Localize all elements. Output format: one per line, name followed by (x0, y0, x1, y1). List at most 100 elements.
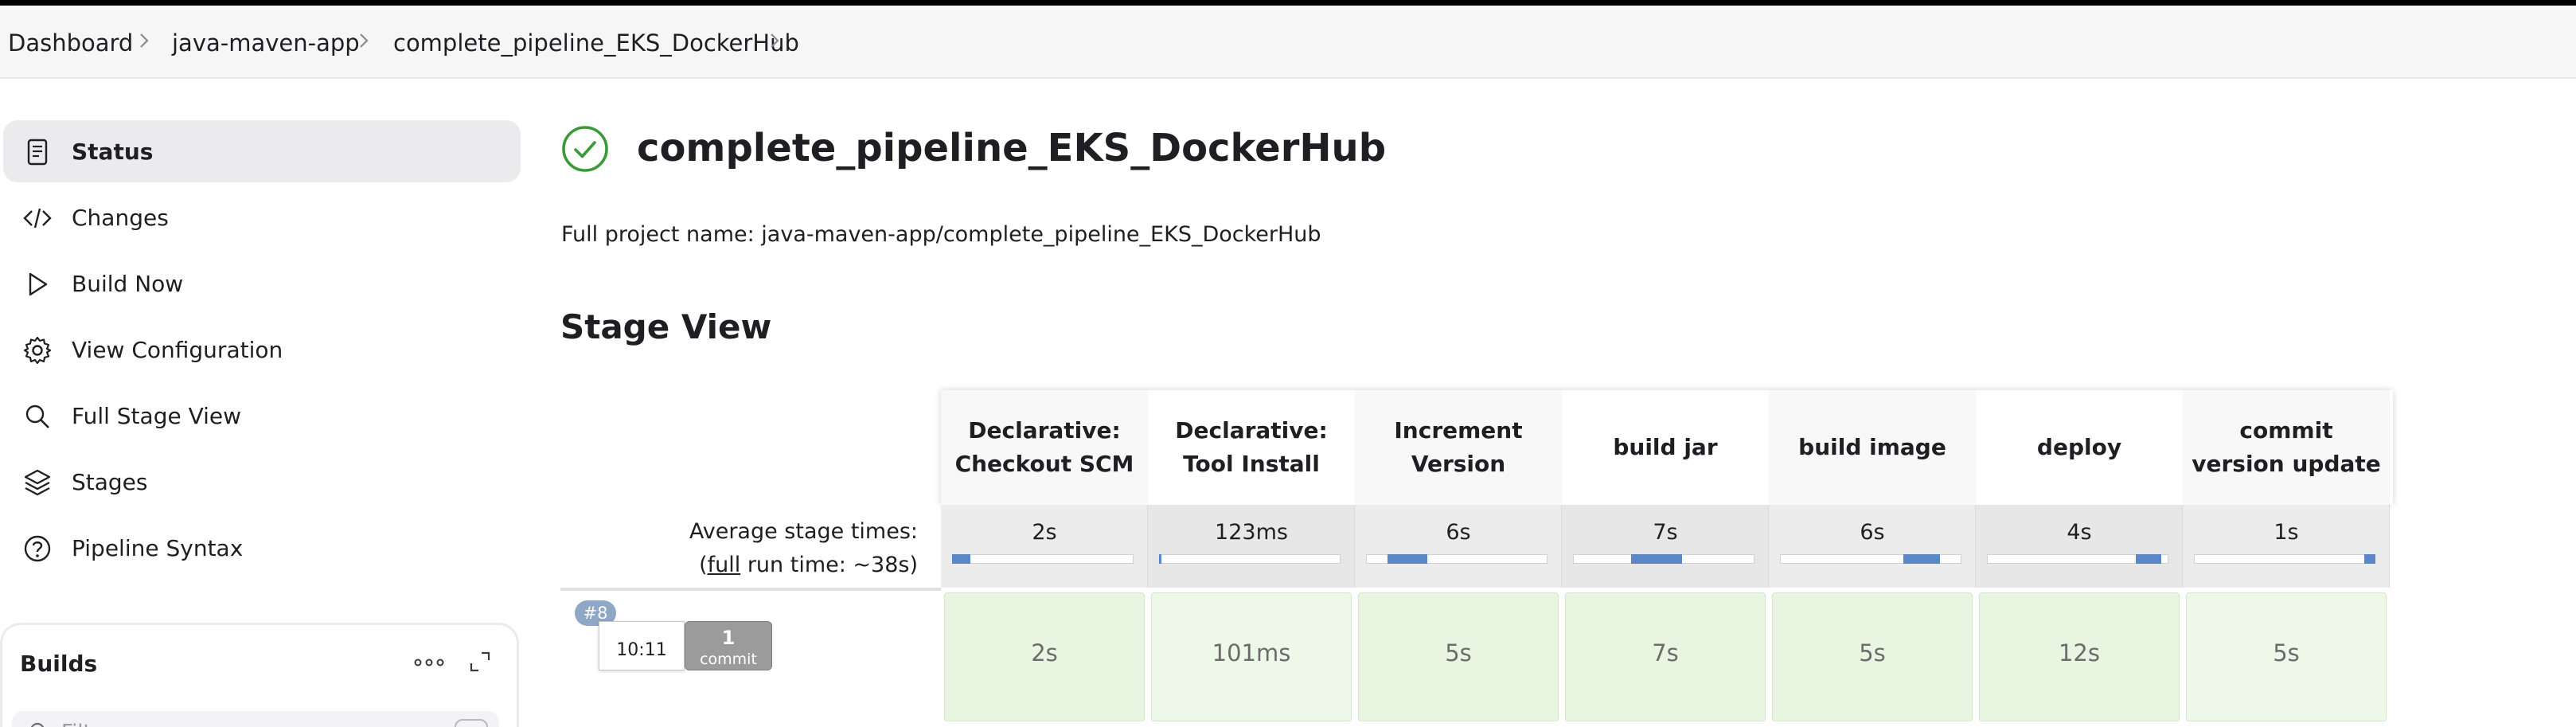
stage-average-time: 4s (2067, 520, 2092, 545)
breadcrumb-dashboard[interactable]: Dashboard (8, 29, 133, 57)
chevron-right-icon (140, 33, 149, 48)
stage-average-cell: 1s (2183, 505, 2390, 588)
sidebar-item-label: Changes (72, 205, 169, 231)
filter-placeholder: Filter (61, 721, 112, 727)
breadcrumb-pipeline[interactable]: complete_pipeline_EKS_DockerHub (393, 29, 799, 57)
code-icon (23, 208, 52, 229)
stage-average-time: 6s (1446, 520, 1471, 545)
full-project-name: Full project name: java-maven-app/comple… (561, 222, 1321, 247)
play-icon (29, 272, 48, 296)
page-title: complete_pipeline_EKS_DockerHub (637, 126, 1387, 170)
stage-run-duration: 12s (2058, 639, 2100, 666)
stage-time-bar (1159, 554, 1161, 564)
sidebar-item-label: Full Stage View (72, 403, 242, 429)
stage-average-time: 6s (1860, 520, 1885, 545)
stage-run-cell[interactable]: 12s (1979, 592, 2180, 721)
stage-run-duration: 2s (1031, 639, 1058, 666)
filter-shortcut-key (455, 719, 488, 727)
commit-word: commit (700, 651, 757, 668)
stage-header: Declarative: Tool Install (1148, 390, 1355, 505)
sidebar-item-label: Status (72, 139, 154, 165)
stage-run-duration: 5s (1859, 639, 1886, 666)
full-run-time-label: (full run time: ~38s) (699, 553, 918, 577)
stage-time-bar (1388, 554, 1427, 564)
stage-run-duration: 5s (2273, 639, 2300, 666)
chevron-right-icon[interactable] (761, 27, 788, 54)
success-check-icon (562, 126, 608, 172)
stage-header-label: Increment Version (1394, 417, 1523, 477)
builds-filter-input[interactable]: Filter (12, 711, 499, 727)
stage-run-cell[interactable]: 5s (2186, 592, 2387, 721)
stage-header-label: build jar (1613, 434, 1718, 460)
stage-average-cell: 6s (1355, 505, 1562, 588)
more-options-icon[interactable] (412, 654, 447, 671)
help-icon (24, 535, 51, 562)
builds-panel: Builds Filter (0, 623, 519, 727)
stage-average-cell: 2s (941, 505, 1148, 588)
chevron-right-icon (360, 33, 369, 48)
stage-header: commit version update (2183, 390, 2390, 505)
stage-average-time: 1s (2274, 520, 2299, 545)
gear-icon (23, 336, 52, 365)
run-commits-badge[interactable]: 1 commit (685, 621, 772, 670)
stage-time-track (952, 554, 1134, 564)
stage-average-time: 7s (1653, 520, 1678, 545)
stage-average-cell: 6s (1769, 505, 1976, 588)
stage-view-title: Stage View (560, 307, 772, 346)
stage-run-cell[interactable]: 2s (944, 592, 1145, 721)
average-stage-times-label: Average stage times: (689, 519, 918, 544)
sidebar-item-label: Build Now (72, 271, 184, 297)
document-icon (27, 139, 48, 166)
stage-header: build image (1769, 390, 1976, 505)
stage-time-track (1159, 554, 1341, 564)
stage-time-bar (2136, 554, 2161, 564)
stage-run-duration: 5s (1445, 639, 1472, 666)
run-start-time: 10:11 (599, 621, 685, 670)
full-run-time-link[interactable]: full (708, 553, 741, 577)
layers-icon (24, 469, 51, 496)
stage-time-bar (952, 554, 970, 564)
stage-run-cell[interactable]: 5s (1358, 592, 1559, 721)
stage-time-bar (1631, 554, 1682, 564)
sidebar-item-label: Stages (72, 469, 148, 495)
stage-header: Declarative: Checkout SCM (941, 390, 1148, 505)
top-edge (0, 0, 2576, 6)
sidebar-item-status[interactable]: Status (3, 120, 521, 182)
stage-time-bar (2364, 554, 2375, 564)
stage-average-cell: 7s (1562, 505, 1769, 588)
stage-average-cell: 123ms (1148, 505, 1355, 588)
sidebar-item-pipeline-syntax[interactable]: Pipeline Syntax (3, 517, 521, 579)
stage-header: deploy (1976, 390, 2183, 505)
search-icon (25, 405, 49, 428)
stage-average-cell: 4s (1976, 505, 2183, 588)
stage-header-label: Declarative: Tool Install (1175, 417, 1328, 477)
stage-average-time: 123ms (1215, 520, 1288, 545)
search-icon (30, 722, 45, 727)
stage-run-duration: 7s (1652, 639, 1679, 666)
sidebar-item-changes[interactable]: Changes (3, 186, 521, 248)
breadcrumb-java-maven-app[interactable]: java-maven-app (172, 29, 360, 57)
stage-header-label: commit version update (2192, 417, 2381, 477)
stage-run-cell[interactable]: 7s (1565, 592, 1766, 721)
sidebar-item-label: Pipeline Syntax (72, 535, 244, 561)
stage-time-bar (1903, 554, 1940, 564)
stage-average-time: 2s (1032, 520, 1057, 545)
sidebar-item-label: View Configuration (72, 337, 283, 363)
stage-header-label: build image (1798, 434, 1946, 460)
expand-icon[interactable] (467, 649, 493, 674)
stage-run-duration: 101ms (1212, 639, 1291, 666)
stage-run-cell[interactable]: 5s (1772, 592, 1973, 721)
stage-header-label: deploy (2036, 434, 2122, 460)
sidebar-item-stages[interactable]: Stages (3, 451, 521, 513)
breadcrumb: Dashboard java-maven-app complete_pipeli… (0, 6, 2576, 79)
stage-header: build jar (1562, 390, 1769, 505)
stage-run-cell[interactable]: 101ms (1151, 592, 1352, 721)
sidebar-item-build-now[interactable]: Build Now (3, 252, 521, 315)
commit-count: 1 (721, 627, 736, 649)
builds-title: Builds (20, 651, 98, 677)
stage-time-track (2194, 554, 2375, 564)
stage-header-label: Declarative: Checkout SCM (954, 417, 1134, 477)
sidebar-item-full-stage-view[interactable]: Full Stage View (3, 385, 521, 447)
stage-header: Increment Version (1355, 390, 1562, 505)
sidebar-item-view-configuration[interactable]: View Configuration (3, 319, 521, 381)
